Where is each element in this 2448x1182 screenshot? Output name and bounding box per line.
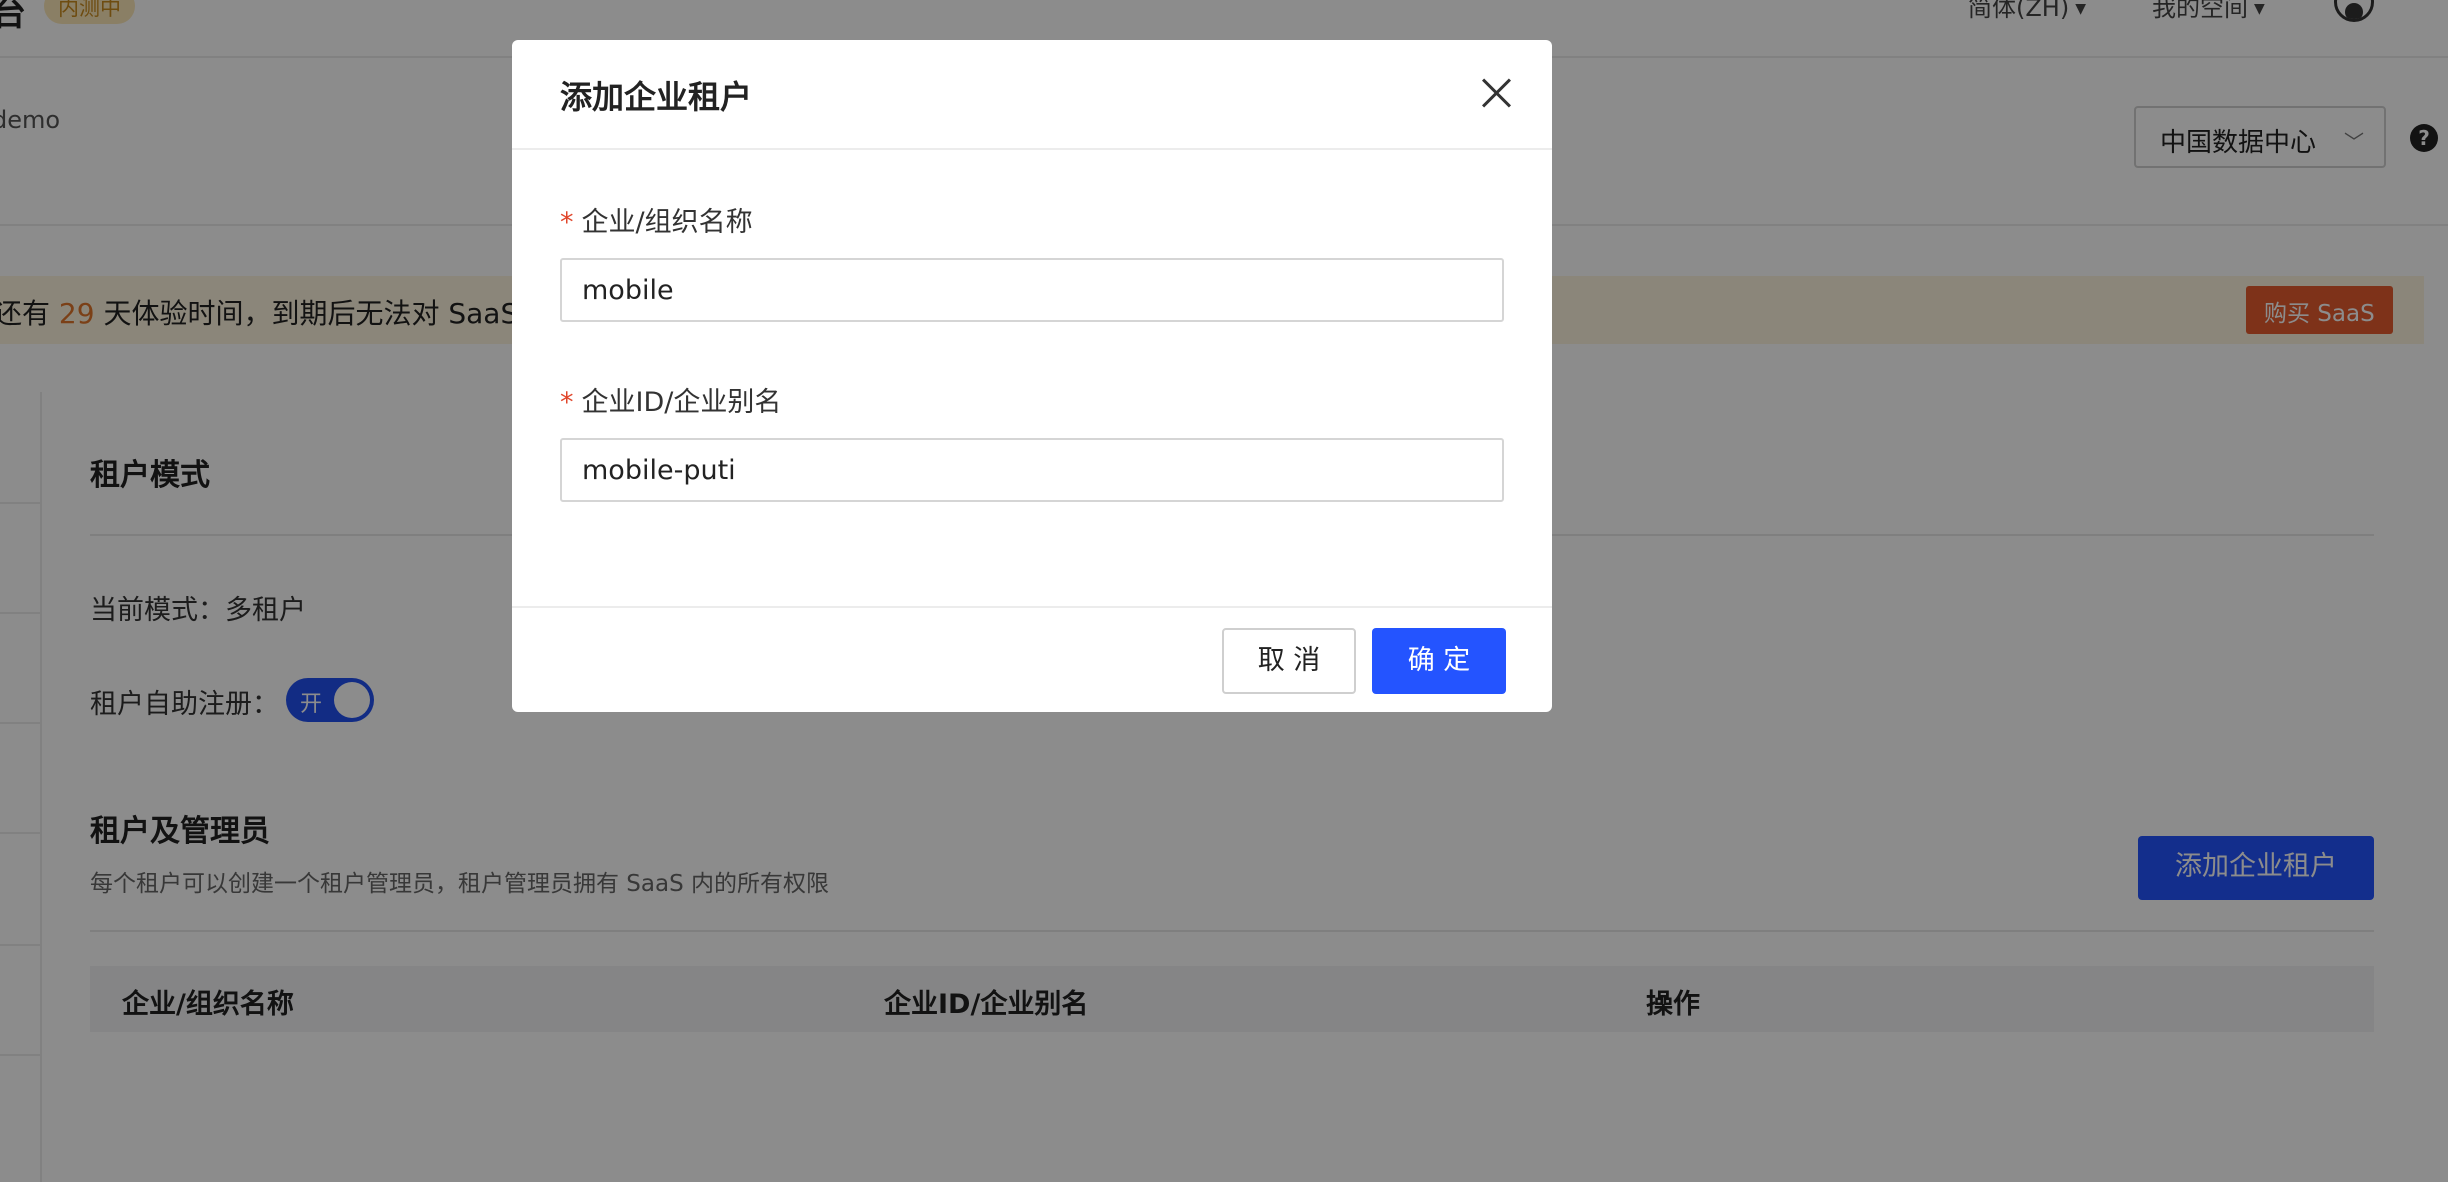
dialog-footer: 取 消 确 定 bbox=[512, 606, 1552, 712]
org-name-label-text: 企业/组织名称 bbox=[581, 207, 753, 238]
org-id-input[interactable] bbox=[560, 438, 1504, 502]
required-mark: * bbox=[560, 387, 574, 418]
close-icon[interactable] bbox=[1480, 76, 1514, 110]
required-mark: * bbox=[560, 207, 574, 238]
confirm-button[interactable]: 确 定 bbox=[1372, 628, 1506, 694]
org-name-input[interactable] bbox=[560, 258, 1504, 322]
dialog-title: 添加企业租户 bbox=[560, 78, 753, 116]
org-id-label: * 企业ID/企业别名 bbox=[560, 380, 781, 419]
org-name-label: * 企业/组织名称 bbox=[560, 200, 753, 239]
add-tenant-dialog: 添加企业租户 *企业/组织名称 *企业ID/企业别名 取 消 确 定 bbox=[512, 40, 1552, 712]
cancel-button[interactable]: 取 消 bbox=[1222, 628, 1356, 694]
org-id-label-text: 企业ID/企业别名 bbox=[581, 387, 782, 418]
dialog-header: 添加企业租户 bbox=[512, 40, 1552, 150]
